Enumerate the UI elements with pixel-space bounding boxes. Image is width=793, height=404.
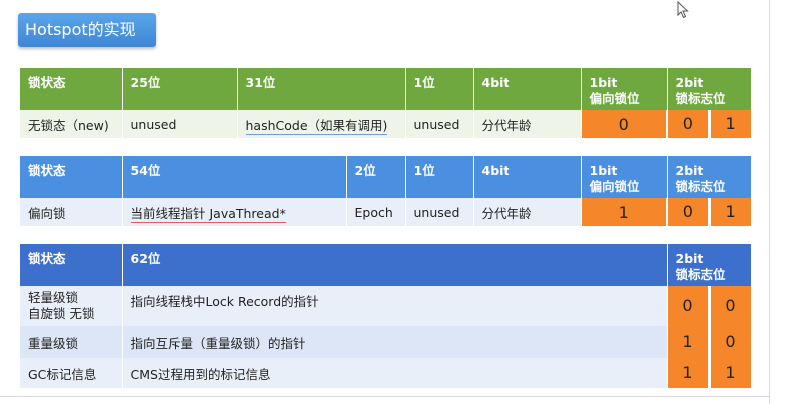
table-header-row: 锁状态 25位 31位 1位 4bit 1bit 偏向锁位 2bit 锁标志位 (20, 68, 751, 110)
header-62bit: 62位 (122, 244, 668, 286)
cell-4bit: 分代年龄 (473, 198, 582, 226)
cell-lock-state: 重量级锁 (20, 326, 123, 358)
cell-desc: 指向线程栈中Lock Record的指针 (122, 286, 668, 326)
header-25bit: 25位 (122, 68, 238, 110)
cell-lock-flag: 0 1 (667, 198, 752, 226)
lock-table-unlocked: 锁状态 25位 31位 1位 4bit 1bit 偏向锁位 2bit 锁标志位 … (20, 68, 752, 138)
lock-flag-bit-2: 0 (710, 326, 750, 358)
table-header-row: 锁状态 62位 2bit 锁标志位 (20, 244, 751, 286)
lock-flag-bit-2: 1 (710, 358, 750, 388)
lock-flag-bit-1: 1 (667, 326, 708, 358)
header-lock-state: 锁状态 (20, 156, 123, 198)
header-54bit: 54位 (122, 156, 347, 198)
lock-flag-bit-1: 0 (667, 286, 708, 326)
lock-flag-bit-1: 0 (668, 198, 708, 226)
header-lock-flag: 2bit 锁标志位 (667, 156, 751, 198)
frame-bottom-border (0, 396, 770, 397)
header-biased-bit: 1bit 偏向锁位 (581, 156, 668, 198)
table-row: 无锁态（new) unused hashCode（如果有调用) unused 分… (20, 110, 752, 138)
cell-54bit: 当前线程指针 JavaThread* (122, 198, 347, 226)
lock-flag-bit-1: 1 (667, 358, 708, 388)
cell-lock-state: 轻量级锁 自旋锁 无锁 (20, 286, 123, 326)
lock-flag-bit-2: 1 (710, 198, 750, 226)
header-1bit: 1位 (405, 156, 474, 198)
table-header-row: 锁状态 54位 2位 1位 4bit 1bit 偏向锁位 2bit 锁标志位 (20, 156, 751, 198)
lock-table-other: 锁状态 62位 2bit 锁标志位 轻量级锁 自旋锁 无锁 指向线程栈中Lock… (20, 244, 752, 388)
cell-2bit: Epoch (346, 198, 406, 226)
cell-lock-state: 偏向锁 (20, 198, 123, 226)
header-4bit: 4bit (473, 156, 582, 198)
cell-lock-flag: 1 1 (667, 358, 752, 388)
table-row: 偏向锁 当前线程指针 JavaThread* Epoch unused 分代年龄… (20, 198, 752, 226)
thread-pointer-text: 当前线程指针 JavaThread* (130, 205, 286, 223)
cell-desc: CMS过程用到的标记信息 (122, 358, 668, 388)
slide-title: Hotspot的实现 (18, 13, 156, 47)
header-1bit: 1位 (405, 68, 474, 110)
header-4bit: 4bit (473, 68, 582, 110)
header-lock-flag: 2bit 锁标志位 (667, 68, 751, 110)
header-biased-bit: 1bit 偏向锁位 (581, 68, 668, 110)
cell-1bit: unused (405, 198, 474, 226)
cell-1bit: unused (405, 110, 474, 138)
cell-lock-state: 无锁态（new) (20, 110, 123, 138)
lock-table-biased: 锁状态 54位 2位 1位 4bit 1bit 偏向锁位 2bit 锁标志位 偏… (20, 156, 752, 226)
header-31bit: 31位 (237, 68, 406, 110)
cell-lock-state: GC标记信息 (20, 358, 123, 388)
frame-right-border (769, 0, 770, 404)
cell-31bit: hashCode（如果有调用) (237, 110, 406, 138)
lock-flag-bit-2: 0 (710, 286, 750, 326)
cell-lock-flag: 0 1 (667, 110, 752, 138)
cell-4bit: 分代年龄 (473, 110, 582, 138)
cell-lock-flag: 1 0 (667, 326, 752, 358)
cell-25bit: unused (122, 110, 238, 138)
header-lock-state: 锁状态 (20, 68, 123, 110)
header-lock-flag: 2bit 锁标志位 (667, 244, 751, 286)
cell-desc: 指向互斥量（重量级锁）的指针 (122, 326, 668, 358)
table-row: 轻量级锁 自旋锁 无锁 指向线程栈中Lock Record的指针 0 0 (20, 286, 752, 326)
header-2bit: 2位 (346, 156, 406, 198)
lock-flag-bit-2: 1 (710, 110, 750, 138)
table-row: 重量级锁 指向互斥量（重量级锁）的指针 1 0 (20, 326, 752, 358)
cell-biased-bit: 0 (581, 110, 668, 138)
header-lock-state: 锁状态 (20, 244, 123, 286)
cell-biased-bit: 1 (581, 198, 668, 226)
hashcode-text: hashCode（如果有调用) (245, 117, 388, 135)
lock-flag-bit-1: 0 (668, 110, 708, 138)
mouse-cursor-icon (677, 1, 689, 19)
table-row: GC标记信息 CMS过程用到的标记信息 1 1 (20, 358, 752, 388)
cell-lock-flag: 0 0 (667, 286, 752, 326)
